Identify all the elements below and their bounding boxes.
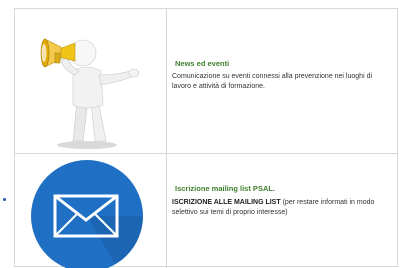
envelope-icon <box>31 160 143 268</box>
content-table: News ed eventi Comunicazione su eventi c… <box>14 8 398 268</box>
mailing-description-bold[interactable]: ISCRIZIONE ALLE MAILING LIST <box>172 199 281 206</box>
news-description: Comunicazione su eventi connessi alla pr… <box>172 73 373 90</box>
mailing-title-link[interactable]: Iscrizione mailing list PSAL. <box>175 184 275 193</box>
table-row-news: News ed eventi Comunicazione su eventi c… <box>15 9 397 154</box>
news-text-cell: News ed eventi Comunicazione su eventi c… <box>167 9 397 153</box>
megaphone-person-icon <box>40 38 140 149</box>
mailing-image-cell[interactable] <box>15 154 167 268</box>
bullet-marker <box>3 198 6 201</box>
table-row-mailing: Iscrizione mailing list PSAL. ISCRIZIONE… <box>15 154 397 268</box>
news-image-cell[interactable] <box>15 9 167 153</box>
mailing-description: ISCRIZIONE ALLE MAILING LIST (per restar… <box>172 198 391 218</box>
mailing-text-cell: Iscrizione mailing list PSAL. ISCRIZIONE… <box>167 154 397 268</box>
news-title-link[interactable]: News ed eventi <box>175 59 229 68</box>
